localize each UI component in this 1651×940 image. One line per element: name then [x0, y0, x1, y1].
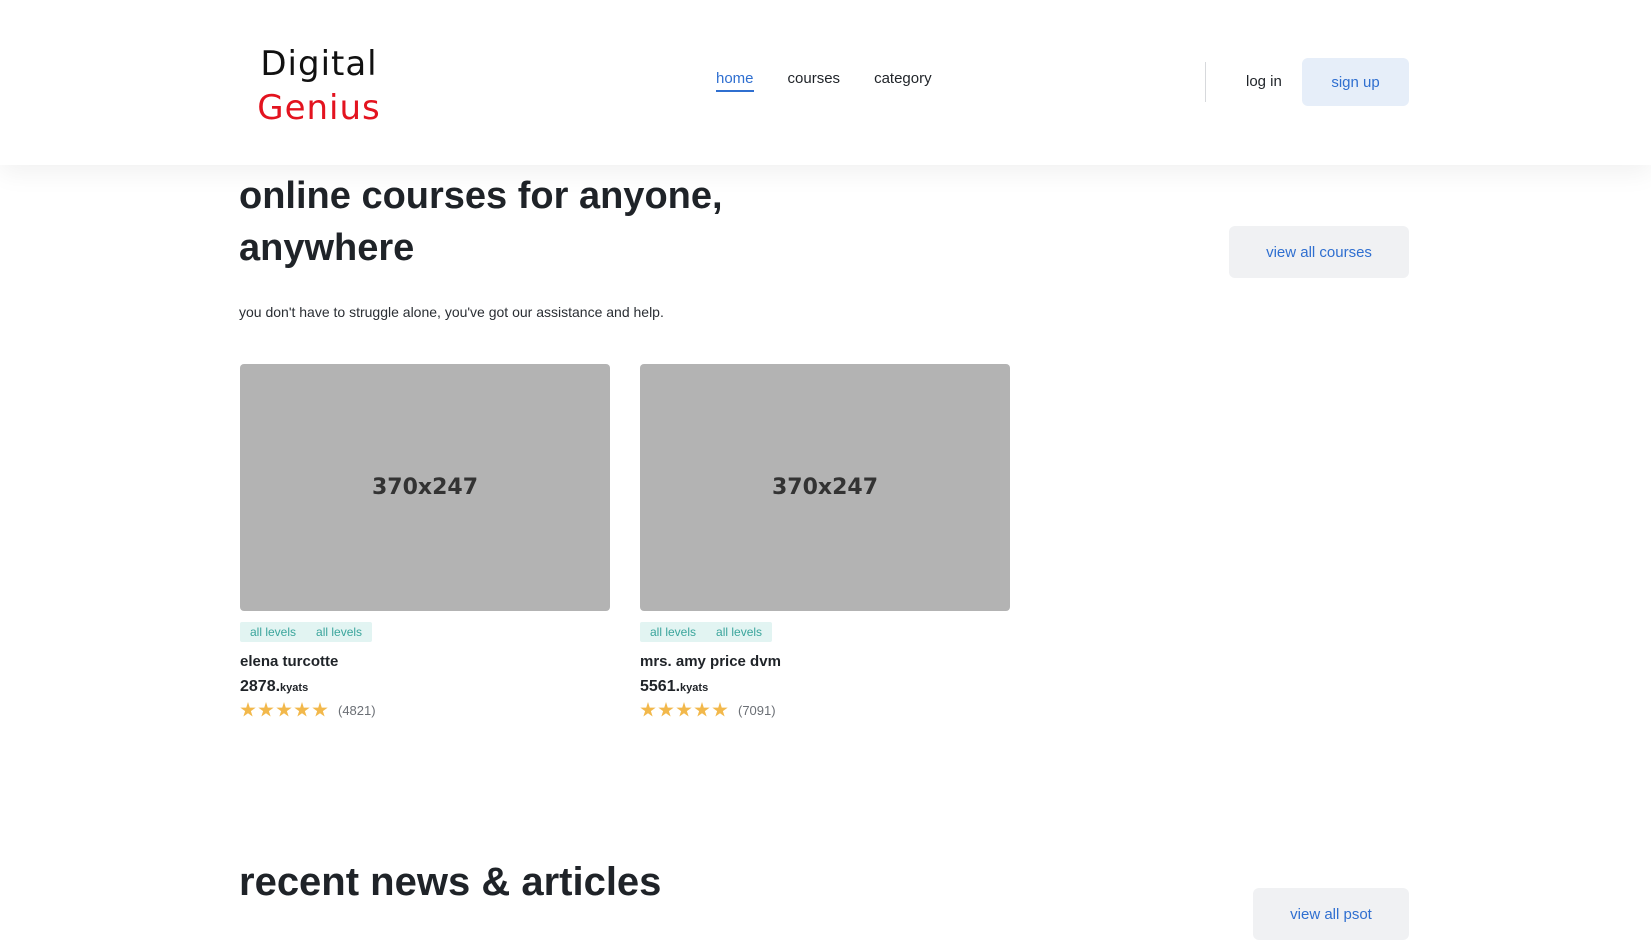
star-icon — [276, 702, 292, 717]
brand-logo[interactable]: Digital Genius — [249, 42, 389, 130]
star-icon — [676, 702, 692, 717]
price-currency: kyats — [680, 682, 709, 694]
price-value: 2878. — [240, 678, 281, 695]
nav-category[interactable]: category — [874, 70, 932, 92]
signup-button[interactable]: sign up — [1302, 58, 1409, 106]
course-thumbnail[interactable]: 370x247 — [240, 364, 610, 611]
review-count: (7091) — [738, 702, 776, 718]
logo-text-genius: Genius — [257, 88, 381, 128]
view-all-courses-button[interactable]: view all courses — [1229, 226, 1409, 278]
star-icon — [712, 702, 728, 717]
review-count: (4821) — [338, 702, 376, 718]
level-tag: all levels — [716, 625, 763, 639]
rating: (7091) — [640, 702, 1010, 718]
main-nav: home courses category — [716, 70, 932, 92]
header-divider — [1205, 62, 1206, 102]
star-icon — [294, 702, 310, 717]
course-tags: all levels all levels — [240, 622, 373, 642]
level-tag: all levels — [316, 625, 363, 639]
course-price: 2878.kyats — [240, 678, 610, 696]
hero-title: online courses for anyone, anywhere — [239, 175, 723, 269]
course-instructor-name[interactable]: mrs. amy price dvm — [640, 653, 1010, 670]
news-section-title: recent news & articles — [239, 860, 662, 904]
site-header: Digital Genius home courses category log… — [0, 0, 1651, 165]
star-icon — [258, 702, 274, 717]
course-card[interactable]: 370x247 all levels all levels elena turc… — [240, 364, 610, 718]
star-icon — [640, 702, 656, 717]
star-icon — [658, 702, 674, 717]
course-thumbnail[interactable]: 370x247 — [640, 364, 1010, 611]
hero-subtitle: you don't have to struggle alone, you've… — [239, 304, 664, 320]
rating: (4821) — [240, 702, 610, 718]
nav-courses[interactable]: courses — [788, 70, 841, 92]
view-all-posts-button[interactable]: view all psot — [1253, 888, 1409, 940]
course-instructor-name[interactable]: elena turcotte — [240, 653, 610, 670]
price-value: 5561. — [640, 678, 681, 695]
star-icon — [312, 702, 328, 717]
course-tags: all levels all levels — [640, 622, 773, 642]
course-price: 5561.kyats — [640, 678, 1010, 696]
nav-home[interactable]: home — [716, 70, 754, 92]
course-card[interactable]: 370x247 all levels all levels mrs. amy p… — [640, 364, 1010, 718]
logo-text-digital: Digital — [260, 44, 378, 84]
star-icon — [694, 702, 710, 717]
level-tag: all levels — [650, 625, 697, 639]
login-link[interactable]: log in — [1246, 73, 1282, 90]
price-currency: kyats — [280, 682, 309, 694]
level-tag: all levels — [250, 625, 297, 639]
star-icon — [240, 702, 256, 717]
